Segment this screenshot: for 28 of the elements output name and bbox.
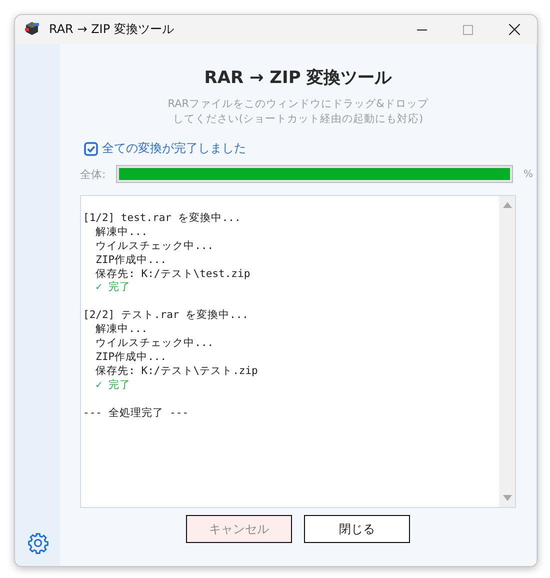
heading: RAR → ZIP 変換ツール [203,67,393,89]
log-line: ZIP作成中... [94,350,168,365]
progress-label: 全体: [80,166,106,182]
log-line: [2/2] テスト.rar を変換中... [83,309,250,323]
scrollbar[interactable] [499,196,515,507]
close-icon[interactable] [508,24,520,35]
instruction-text: してください(ショートカット経由の起動にも対応) [172,112,424,127]
settings-icon[interactable] [26,532,48,554]
log-line: ウイルスチェック中... [94,337,215,351]
log-line: ✓ 完了 [94,378,132,393]
log-line: --- 全処理完了 --- [83,406,190,420]
status-text: 全ての変換が完了しました [102,140,246,157]
log-line: 解凍中... [94,323,149,338]
log-line: [1/2] test.rar を変換中... [83,212,242,226]
log-line: 保存先: K:/テスト\テスト.zip [94,364,259,379]
log-line: ZIP作成中... [94,254,168,268]
scroll-down-icon[interactable] [502,495,512,501]
maximize-icon[interactable] [463,24,473,34]
scroll-up-icon[interactable] [502,202,512,208]
log-line: ✓ 完了 [94,281,132,296]
log-line: 解凍中... [94,226,149,240]
window-title: RAR → ZIP 変換ツール [49,21,174,38]
instruction-text: RARファイルをこのウィンドウにドラッグ&ドロップ [168,97,428,112]
log-line: ウイルスチェック中... [94,240,215,254]
close-dialog-button[interactable]: 閉じる [304,515,410,543]
log-line: 保存先: K:/テスト\test.zip [94,268,252,281]
progress-percent: % [523,168,533,180]
minimize-icon[interactable] [417,28,427,30]
